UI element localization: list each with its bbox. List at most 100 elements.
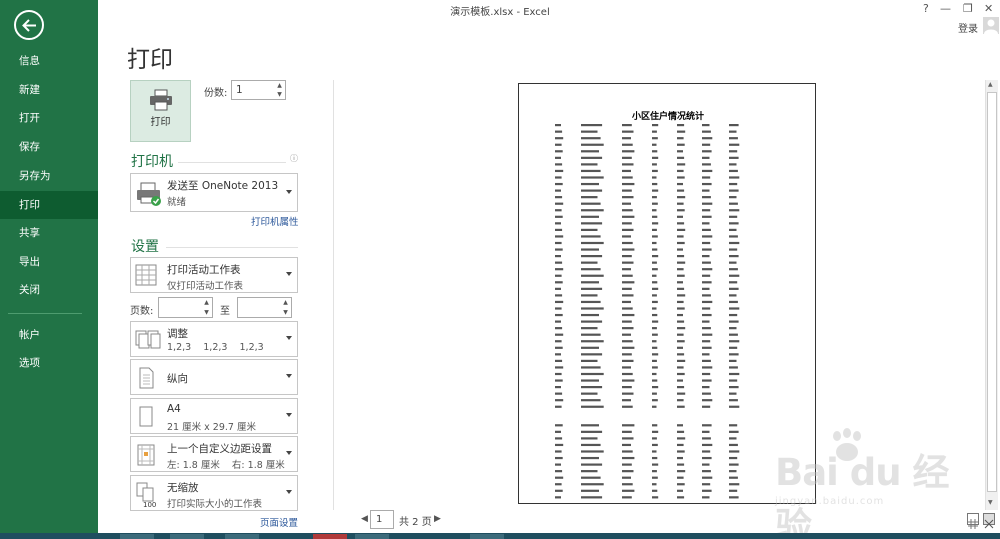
taskbar-item[interactable]	[225, 534, 259, 539]
preview-text-line	[555, 169, 564, 173]
preview-text-line	[581, 496, 603, 499]
preview-text-line	[729, 489, 738, 492]
sidebar-item-save[interactable]: 保存	[0, 133, 98, 161]
sidebar-item-info[interactable]: 信息	[0, 47, 98, 75]
sidebar-item-close[interactable]: 关闭	[0, 276, 98, 304]
spin-down-icon[interactable]: ▼	[201, 308, 212, 318]
preview-text-line	[677, 470, 686, 473]
pages-from-input[interactable]: ▲ ▼	[158, 297, 213, 318]
preview-text-line	[729, 189, 739, 192]
paper-size-dropdown[interactable]: A4 21 厘米 x 29.7 厘米	[130, 398, 298, 434]
current-page-value: 1	[376, 514, 383, 525]
print-button[interactable]: 打印	[130, 80, 191, 142]
preview-text-line	[652, 470, 657, 473]
preview-text-line	[652, 359, 657, 362]
settings-heading-line	[166, 247, 298, 248]
previous-page-button[interactable]: ◀	[361, 514, 368, 524]
taskbar-item[interactable]	[313, 534, 347, 539]
preview-text-line	[652, 130, 657, 133]
printer-device-icon	[137, 182, 161, 206]
preview-text-line	[702, 320, 710, 323]
preview-text-line	[677, 476, 684, 479]
page-setup-link[interactable]: 页面设置	[260, 515, 298, 529]
scroll-down-icon[interactable]: ▼	[988, 499, 993, 506]
zoom-to-page-button[interactable]	[983, 513, 995, 529]
preview-text-line	[622, 359, 634, 362]
preview-text-line	[622, 346, 635, 349]
preview-scrollbar[interactable]: ▲ ▼	[985, 80, 998, 510]
preview-text-line	[581, 456, 599, 460]
spin-down-icon[interactable]: ▼	[274, 90, 285, 99]
preview-text-line	[622, 463, 632, 466]
preview-text-line	[729, 124, 739, 127]
sidebar-item-options[interactable]: 选项	[0, 349, 98, 377]
taskbar-item[interactable]	[355, 534, 389, 539]
preview-text-line	[581, 156, 603, 159]
current-page-input[interactable]: 1	[370, 510, 394, 529]
sidebar-item-account[interactable]: 帐户	[0, 321, 98, 349]
scaling-dropdown[interactable]: 100 无缩放 打印实际大小的工作表	[130, 475, 298, 511]
print-what-dropdown[interactable]: 打印活动工作表 仅打印活动工作表	[130, 257, 298, 293]
preview-text-line	[702, 209, 711, 212]
preview-text-line	[729, 222, 739, 225]
preview-text-line	[652, 124, 659, 127]
preview-text-line	[677, 450, 685, 453]
preview-text-line	[652, 268, 658, 271]
back-arrow-icon	[22, 19, 36, 32]
scroll-up-icon[interactable]: ▲	[988, 81, 993, 88]
preview-text-line	[581, 333, 601, 336]
restore-button[interactable]: ❐	[963, 2, 973, 15]
help-button[interactable]: ?	[923, 2, 929, 15]
sidebar-item-open[interactable]: 打开	[0, 104, 98, 132]
spin-up-icon[interactable]: ▲	[201, 298, 212, 308]
scrollbar-thumb[interactable]	[987, 92, 997, 492]
preview-text-line	[622, 137, 631, 140]
preview-text-line	[729, 294, 737, 297]
preview-text-line	[702, 430, 710, 433]
zoom-page-icon	[984, 519, 994, 529]
sidebar-item-export[interactable]: 导出	[0, 248, 98, 276]
preview-text-line	[622, 366, 631, 369]
spin-down-icon[interactable]: ▼	[280, 308, 291, 318]
sidebar-item-share[interactable]: 共享	[0, 219, 98, 247]
preview-text-line	[622, 287, 632, 290]
preview-text-line	[652, 143, 657, 146]
printer-properties-link[interactable]: 打印机属性	[251, 214, 299, 228]
sidebar-item-print[interactable]: 打印	[0, 191, 98, 219]
show-margins-button[interactable]	[967, 513, 979, 529]
preview-text-line	[677, 313, 683, 317]
taskbar-item[interactable]	[170, 534, 204, 539]
preview-text-line	[702, 424, 712, 427]
preview-text-line	[677, 130, 686, 133]
orientation-dropdown[interactable]: 纵向	[130, 359, 298, 395]
back-button[interactable]	[14, 10, 44, 40]
preview-text-line	[581, 228, 598, 231]
preview-text-line	[729, 353, 739, 356]
printer-dropdown[interactable]: 发送至 OneNote 2013 就绪	[130, 173, 298, 212]
preview-text-line	[702, 163, 711, 166]
sidebar-item-new[interactable]: 新建	[0, 76, 98, 104]
spin-up-icon[interactable]: ▲	[274, 81, 285, 90]
preview-text-line	[677, 430, 685, 433]
sidebar-item-save-as[interactable]: 另存为	[0, 162, 98, 190]
preview-text-line	[702, 437, 711, 440]
taskbar-item[interactable]	[470, 534, 504, 539]
taskbar-item[interactable]	[120, 534, 154, 539]
close-button[interactable]: ✕	[984, 2, 993, 15]
login-link[interactable]: 登录	[958, 20, 978, 35]
minimize-button[interactable]: —	[940, 2, 951, 15]
avatar[interactable]	[983, 17, 999, 34]
preview-text-line	[622, 443, 631, 447]
info-icon[interactable]: ⓘ	[290, 153, 298, 164]
spin-up-icon[interactable]: ▲	[280, 298, 291, 308]
preview-text-line	[555, 202, 564, 205]
pages-to-input[interactable]: ▲ ▼	[237, 297, 292, 318]
copies-stepper[interactable]: 1 ▲ ▼	[231, 80, 286, 100]
preview-text-line	[581, 169, 601, 173]
printer-heading: 打印机	[131, 154, 173, 170]
margins-dropdown[interactable]: 上一个自定义边距设置 左: 1.8 厘米 右: 1.8 厘米	[130, 436, 298, 472]
preview-text-line	[622, 456, 635, 460]
baidu-watermark: Bai du 经验 jingyan.baidu.com	[775, 428, 950, 539]
collate-dropdown[interactable]: 调整 1,2,3 1,2,3 1,2,3	[130, 321, 298, 357]
next-page-button[interactable]: ▶	[434, 514, 441, 524]
